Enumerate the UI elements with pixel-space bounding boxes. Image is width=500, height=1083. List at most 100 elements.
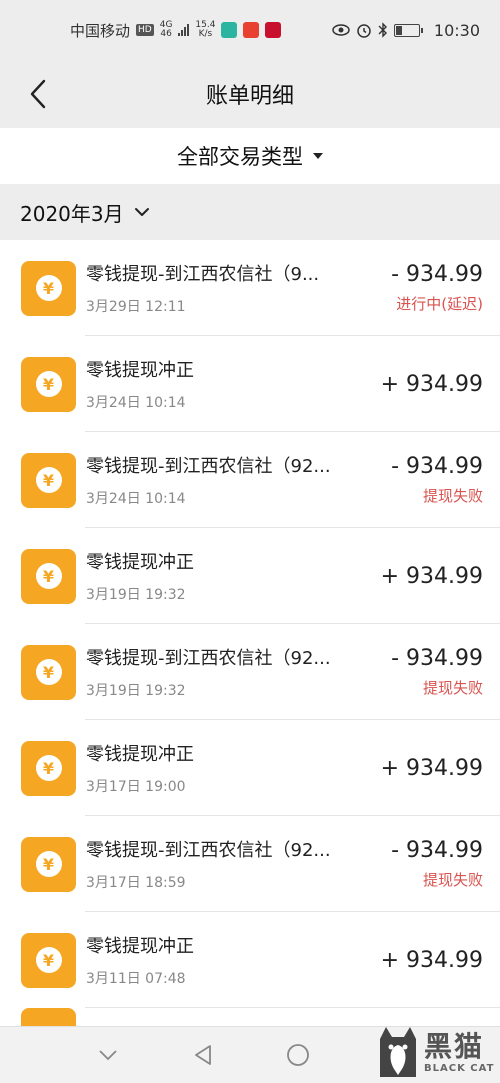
alarm-icon: [357, 24, 371, 38]
wallet-coin-icon: ¥: [21, 932, 76, 988]
watermark-en: BLACK CAT: [424, 1062, 495, 1074]
transaction-amount: + 934.99: [380, 947, 483, 973]
signal-icon: [178, 24, 190, 36]
triangle-back-icon: [194, 1045, 211, 1065]
chevron-down-icon: [134, 208, 149, 216]
network-type-bottom: 46: [160, 29, 172, 39]
transaction-title: 零钱提现冲正: [86, 552, 194, 573]
wallet-coin-icon: ¥: [21, 836, 76, 892]
transaction-title: 零钱提现-到江西农信社（92...: [86, 648, 331, 669]
yuan-icon: ¥: [35, 659, 62, 685]
nav-collapse-button[interactable]: [88, 1035, 128, 1075]
transaction-date: 3月24日 10:14: [86, 395, 186, 411]
status-bar: 中国移动 HD 4G 46 15.4 K/s 10:30: [0, 0, 500, 60]
nav-back-button[interactable]: [183, 1035, 223, 1075]
wallet-coin-icon: ¥: [21, 260, 76, 316]
chevron-left-icon: [30, 79, 46, 109]
transaction-title: 零钱提现冲正: [86, 936, 194, 957]
hd-badge: HD: [136, 24, 154, 36]
app-notification-icon: [221, 22, 238, 38]
transaction-right: - 934.99 进行中(延迟): [391, 262, 483, 314]
carrier-name: 中国移动: [70, 21, 131, 40]
filter-label: 全部交易类型: [177, 145, 303, 169]
wallet-coin-icon: ¥: [21, 452, 76, 508]
transaction-row[interactable]: ¥ 零钱提现冲正 3月17日 19:00 + 934.99: [0, 720, 500, 816]
network-speed-unit: K/s: [198, 29, 213, 39]
status-right: 10:30: [332, 21, 480, 40]
transaction-row[interactable]: ¥ 零钱提现-到江西农信社（92... 3月24日 10:14 - 934.99…: [0, 432, 500, 528]
chevron-down-icon: [98, 1050, 117, 1061]
yuan-icon: ¥: [35, 275, 62, 301]
transaction-main: 零钱提现冲正 3月17日 19:00: [86, 740, 381, 796]
transaction-right: + 934.99: [381, 756, 483, 781]
transaction-right: - 934.99 提现失败: [391, 454, 483, 506]
transaction-main: 零钱提现冲正 3月19日 19:32: [86, 548, 381, 604]
month-selector[interactable]: 2020年3月: [0, 184, 500, 240]
transaction-amount: - 934.99: [391, 262, 483, 287]
transaction-title: 零钱提现-到江西农信社（92...: [86, 840, 331, 861]
transaction-amount: - 934.99: [391, 454, 483, 479]
wallet-coin-icon: ¥: [21, 356, 76, 412]
wallet-coin-icon: ¥: [21, 644, 76, 700]
transaction-date: 3月24日 10:14: [86, 491, 186, 507]
yuan-icon: ¥: [35, 467, 62, 493]
status-left: 中国移动 HD 4G 46 15.4 K/s: [70, 20, 282, 41]
app-header: 账单明细: [0, 60, 500, 128]
transaction-main: 零钱提现-到江西农信社（92... 3月17日 18:59: [86, 836, 391, 892]
wallet-coin-icon: ¥: [21, 548, 76, 604]
caret-down-icon: [313, 153, 323, 159]
transaction-amount: - 934.99: [391, 646, 483, 671]
yuan-icon: ¥: [35, 371, 62, 397]
app-notification-icon: [243, 22, 260, 38]
transaction-date: 3月19日 19:32: [86, 683, 186, 699]
transaction-title: 零钱提现冲正: [86, 360, 194, 381]
transaction-date: 3月17日 18:59: [86, 875, 186, 891]
back-button[interactable]: [18, 74, 58, 114]
transaction-date: 3月19日 19:32: [86, 587, 186, 603]
nav-home-button[interactable]: [278, 1035, 318, 1075]
eye-icon: [332, 24, 350, 36]
transaction-amount: - 934.99: [391, 838, 483, 863]
battery-icon: [393, 23, 423, 37]
transaction-row[interactable]: ¥ 零钱提现冲正 3月24日 10:14 + 934.99: [0, 336, 500, 432]
transaction-amount: + 934.99: [380, 755, 483, 781]
transaction-status: 进行中(延迟): [396, 295, 483, 313]
black-cat-logo-icon: [380, 1027, 416, 1077]
transaction-right: + 934.99: [381, 564, 483, 589]
transaction-right: + 934.99: [381, 372, 483, 397]
transaction-status: 提现失败: [422, 487, 483, 505]
transaction-main: 零钱提现-到江西农信社（92... 3月19日 19:32: [86, 644, 391, 700]
transaction-amount: + 934.99: [380, 371, 483, 397]
bluetooth-icon: [378, 22, 387, 38]
transaction-row[interactable]: ¥ 零钱提现冲正 3月11日 07:48 + 934.99: [0, 912, 500, 1008]
network-speed: 15.4 K/s: [195, 21, 215, 39]
transaction-date: 3月29日 12:11: [86, 299, 186, 315]
watermark-text: 黑猫 BLACK CAT: [424, 1029, 495, 1074]
network-type: 4G 46: [160, 21, 173, 39]
transaction-row[interactable]: ¥ 零钱提现冲正 3月19日 19:32 + 934.99: [0, 528, 500, 624]
transaction-rows: ¥ 零钱提现-到江西农信社（9... 3月29日 12:11 - 934.99 …: [0, 240, 500, 1008]
transaction-main: 零钱提现冲正 3月11日 07:48: [86, 932, 381, 988]
transaction-main: 零钱提现-到江西农信社（9... 3月29日 12:11: [86, 260, 391, 316]
yuan-icon: ¥: [35, 755, 62, 781]
transaction-right: + 934.99: [381, 948, 483, 973]
transaction-title: 零钱提现-到江西农信社（92...: [86, 456, 331, 477]
transaction-date: 3月17日 19:00: [86, 779, 186, 795]
month-label: 2020年3月: [20, 201, 124, 226]
transaction-main: 零钱提现冲正 3月24日 10:14: [86, 356, 381, 412]
circle-home-icon: [286, 1044, 309, 1066]
transaction-row[interactable]: ¥ 零钱提现-到江西农信社（9... 3月29日 12:11 - 934.99 …: [0, 240, 500, 336]
transaction-date: 3月11日 07:48: [86, 971, 186, 987]
transaction-row[interactable]: ¥ 零钱提现-到江西农信社（92... 3月19日 19:32 - 934.99…: [0, 624, 500, 720]
transaction-type-filter[interactable]: 全部交易类型: [0, 128, 500, 184]
watermark-cn: 黑猫: [424, 1029, 485, 1063]
wallet-coin-icon: ¥: [21, 740, 76, 796]
transaction-title: 零钱提现冲正: [86, 744, 194, 765]
yuan-icon: ¥: [35, 851, 62, 877]
yuan-icon: ¥: [35, 563, 62, 589]
transaction-row[interactable]: ¥ 零钱提现-到江西农信社（92... 3月17日 18:59 - 934.99…: [0, 816, 500, 912]
transaction-status: 提现失败: [422, 679, 483, 697]
app-notification-icon: [265, 22, 282, 38]
transaction-main: 零钱提现-到江西农信社（92... 3月24日 10:14: [86, 452, 391, 508]
clock-time: 10:30: [433, 20, 480, 40]
